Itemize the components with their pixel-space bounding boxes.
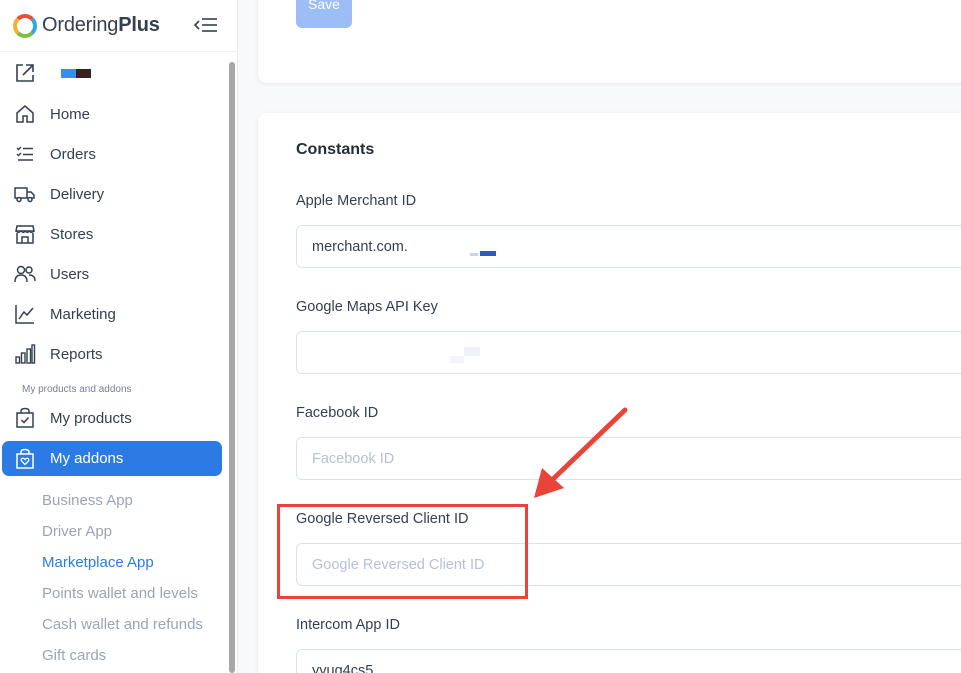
nav-item-label: Home	[50, 105, 91, 123]
nav-item-label: Users	[50, 265, 90, 283]
redacted-value	[464, 347, 480, 356]
logo-row: OrderingPlus	[0, 0, 237, 52]
apple-merchant-id-input[interactable]	[296, 225, 961, 268]
facebook-id-label: Facebook ID	[296, 405, 379, 421]
home-icon	[14, 103, 36, 125]
nav-item-my-products[interactable]: My products	[0, 398, 237, 438]
nav-item-users[interactable]: Users	[0, 254, 237, 294]
intercom-app-id-label: Intercom App ID	[296, 617, 400, 633]
subnav-item-cash-wallet[interactable]: Cash wallet and refunds	[0, 609, 237, 640]
google-maps-api-key-input[interactable]	[296, 331, 961, 374]
save-button[interactable]: Save	[296, 0, 352, 28]
sidebar-scrollbar[interactable]	[229, 62, 235, 673]
nav-item-label: My addons	[50, 450, 124, 467]
annotation-highlight-box	[277, 504, 528, 599]
nav-item-home[interactable]: Home	[0, 94, 237, 134]
main-nav: Home Orders Delivery Stores Users Market…	[0, 94, 237, 374]
nav-item-reports[interactable]: Reports	[0, 334, 237, 374]
nav-item-delivery[interactable]: Delivery	[0, 174, 237, 214]
users-icon	[14, 263, 36, 285]
nav-item-label: Orders	[50, 145, 96, 163]
nav-item-label: Delivery	[50, 185, 105, 203]
products-nav: My products My addons	[0, 398, 237, 476]
brand-logo-icon	[13, 13, 37, 38]
nav-item-label: My products	[50, 409, 132, 427]
nav-item-label: Stores	[50, 225, 94, 243]
list-icon	[14, 143, 36, 165]
shop-icon	[14, 223, 36, 245]
google-maps-api-key-label: Google Maps API Key	[296, 299, 438, 315]
annotation-arrow-icon	[534, 407, 628, 498]
section-label: My products and addons	[22, 384, 132, 395]
nav-item-label: Marketing	[50, 305, 116, 323]
nav-item-marketing[interactable]: Marketing	[0, 294, 237, 334]
redacted-value	[480, 251, 496, 256]
apple-merchant-id-label: Apple Merchant ID	[296, 193, 417, 209]
bar-chart-icon	[14, 343, 36, 365]
redacted-value	[470, 253, 478, 256]
settings-card-top: Save	[258, 0, 961, 83]
nav-item-my-addons[interactable]: My addons	[2, 441, 222, 476]
nav-item-stores[interactable]: Stores	[0, 214, 237, 254]
shopping-bag-check-icon	[14, 407, 36, 429]
shopping-bag-heart-icon	[14, 448, 36, 470]
subnav-item-marketplace-app[interactable]: Marketplace App	[0, 547, 237, 578]
truck-icon	[14, 183, 36, 205]
business-switcher[interactable]	[0, 52, 237, 94]
nav-item-orders[interactable]: Orders	[0, 134, 237, 174]
intercom-app-id-input[interactable]	[296, 649, 961, 673]
collapse-sidebar-icon[interactable]	[193, 14, 219, 36]
addons-subnav: Business App Driver App Marketplace App …	[0, 479, 237, 671]
subnav-item-gift-cards[interactable]: Gift cards	[0, 640, 237, 671]
redacted-value	[450, 356, 464, 363]
nav-item-label: Reports	[50, 345, 103, 363]
brand-name: OrderingPlus	[42, 14, 160, 36]
business-logo	[61, 68, 91, 78]
sidebar: OrderingPlus Home Orders Delivery Stores…	[0, 0, 238, 673]
subnav-item-business-app[interactable]: Business App	[0, 485, 237, 516]
external-link-icon[interactable]	[14, 62, 36, 84]
card-title: Constants	[296, 141, 375, 158]
chart-line-icon	[14, 303, 36, 325]
subnav-item-driver-app[interactable]: Driver App	[0, 516, 237, 547]
subnav-item-points-wallet[interactable]: Points wallet and levels	[0, 578, 237, 609]
